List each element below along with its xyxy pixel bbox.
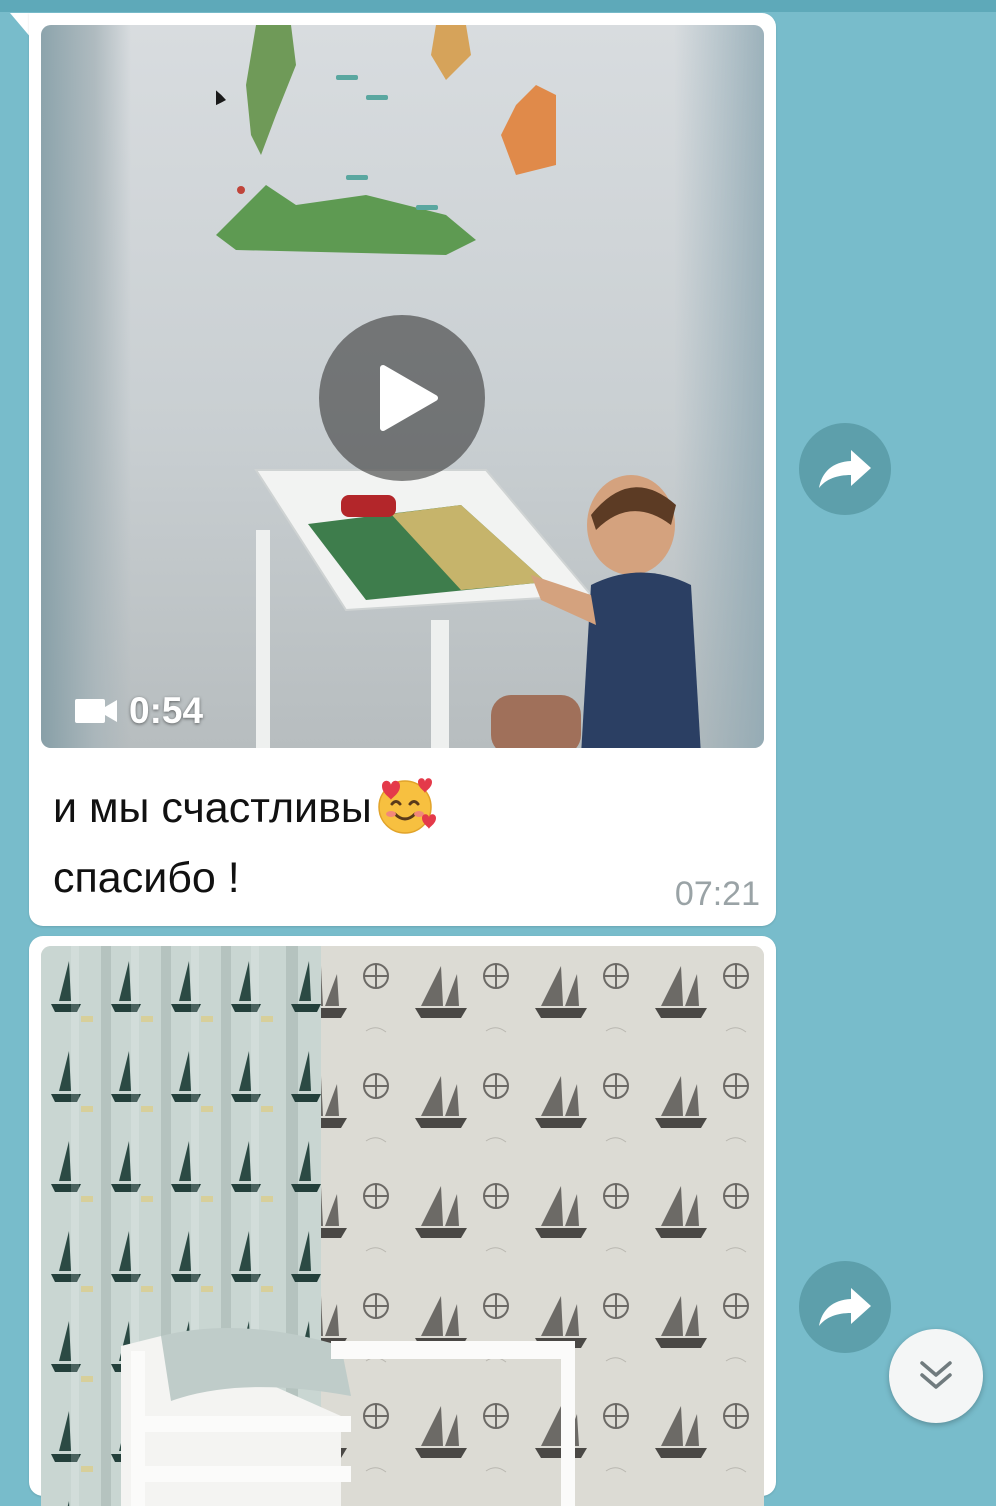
share-button[interactable] bbox=[799, 1261, 891, 1353]
caption-text-1: и мы счастливы bbox=[53, 784, 372, 832]
video-duration: 0:54 bbox=[75, 689, 203, 733]
video-duration-text: 0:54 bbox=[129, 690, 204, 731]
nautical-room-photo bbox=[41, 946, 764, 1506]
play-button[interactable] bbox=[319, 315, 485, 481]
share-arrow-icon bbox=[819, 450, 871, 488]
share-button[interactable] bbox=[799, 423, 891, 515]
chat-area[interactable]: 0:54 и мы счастливы спасибо ! 07:21 bbox=[0, 0, 996, 1506]
child-at-table bbox=[491, 475, 701, 748]
caption-line-2: спасибо ! bbox=[53, 854, 240, 902]
scroll-to-bottom-button[interactable] bbox=[889, 1329, 983, 1423]
play-icon bbox=[380, 365, 438, 431]
smiling-face-with-hearts-icon bbox=[378, 778, 436, 834]
message-bubble-video[interactable]: 0:54 и мы счастливы спасибо ! 07:21 bbox=[29, 13, 776, 926]
share-arrow-icon bbox=[819, 1288, 871, 1326]
video-camera-icon bbox=[75, 699, 117, 723]
message-caption: и мы счастливы спасибо ! bbox=[53, 773, 673, 913]
double-chevron-down-icon bbox=[920, 1361, 952, 1389]
photo-thumbnail[interactable] bbox=[41, 946, 764, 1506]
caption-line-1: и мы счастливы bbox=[53, 773, 673, 843]
message-bubble-photo[interactable] bbox=[29, 936, 776, 1506]
message-timestamp: 07:21 bbox=[674, 875, 760, 913]
video-thumbnail[interactable]: 0:54 bbox=[41, 25, 764, 748]
wall-shadow-left bbox=[41, 25, 131, 748]
world-map-decal bbox=[216, 25, 556, 255]
